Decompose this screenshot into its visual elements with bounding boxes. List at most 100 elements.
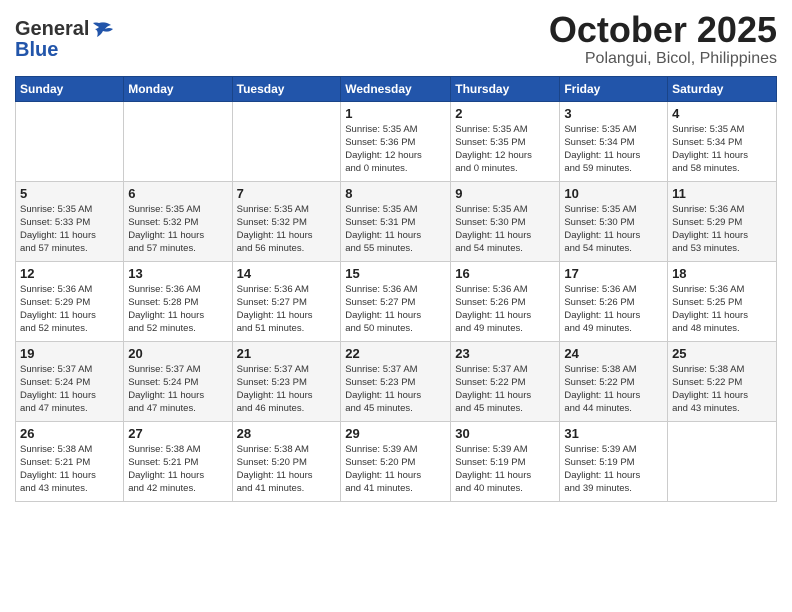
day-info: Sunrise: 5:37 AM Sunset: 5:24 PM Dayligh… (20, 363, 119, 416)
day-number: 21 (237, 346, 337, 361)
day-number: 25 (672, 346, 772, 361)
day-info: Sunrise: 5:37 AM Sunset: 5:23 PM Dayligh… (237, 363, 337, 416)
calendar-day-23: 23 Sunrise: 5:37 AM Sunset: 5:22 PM Dayli… (451, 341, 560, 421)
day-info: Sunrise: 5:35 AM Sunset: 5:34 PM Dayligh… (564, 123, 663, 176)
month-title: October 2025 (549, 10, 777, 50)
day-number: 2 (455, 106, 555, 121)
calendar-day-2: 2 Sunrise: 5:35 AM Sunset: 5:35 PM Daylig… (451, 101, 560, 181)
calendar-day-12: 12Sunrise: 5:36 AM Sunset: 5:29 PM Dayli… (16, 261, 124, 341)
calendar-day-1: 1 Sunrise: 5:35 AM Sunset: 5:36 PM Daylig… (341, 101, 451, 181)
day-number: 9 (455, 186, 555, 201)
day-info: Sunrise: 5:38 AM Sunset: 5:21 PM Dayligh… (128, 443, 227, 496)
day-info: Sunrise: 5:35 AM Sunset: 5:35 PM Dayligh… (455, 123, 555, 176)
day-number: 24 (564, 346, 663, 361)
day-info: Sunrise: 5:36 AM Sunset: 5:26 PM Dayligh… (455, 283, 555, 336)
header: General Blue October 2025 Polangui, Bico… (15, 10, 777, 68)
calendar-empty-cell (668, 421, 777, 501)
calendar-empty-cell (232, 101, 341, 181)
calendar-day-5: 5Sunrise: 5:35 AM Sunset: 5:33 PM Daylig… (16, 181, 124, 261)
day-info: Sunrise: 5:36 AM Sunset: 5:29 PM Dayligh… (672, 203, 772, 256)
weekday-header-tuesday: Tuesday (232, 76, 341, 101)
weekday-header-saturday: Saturday (668, 76, 777, 101)
calendar-day-31: 31Sunrise: 5:39 AM Sunset: 5:19 PM Dayli… (560, 421, 668, 501)
weekday-header-wednesday: Wednesday (341, 76, 451, 101)
day-number: 27 (128, 426, 227, 441)
day-info: Sunrise: 5:38 AM Sunset: 5:20 PM Dayligh… (237, 443, 337, 496)
day-info: Sunrise: 5:39 AM Sunset: 5:20 PM Dayligh… (345, 443, 446, 496)
calendar-day-7: 7Sunrise: 5:35 AM Sunset: 5:32 PM Daylig… (232, 181, 341, 261)
day-number: 11 (672, 186, 772, 201)
calendar-day-11: 11 Sunrise: 5:36 AM Sunset: 5:29 PM Dayli… (668, 181, 777, 261)
title-block: October 2025 Polangui, Bicol, Philippine… (549, 10, 777, 68)
day-info: Sunrise: 5:37 AM Sunset: 5:22 PM Dayligh… (455, 363, 555, 416)
calendar-empty-cell (16, 101, 124, 181)
calendar-week-row: 5Sunrise: 5:35 AM Sunset: 5:33 PM Daylig… (16, 181, 777, 261)
day-number: 18 (672, 266, 772, 281)
calendar-day-16: 16 Sunrise: 5:36 AM Sunset: 5:26 PM Dayli… (451, 261, 560, 341)
day-number: 20 (128, 346, 227, 361)
calendar-day-14: 14 Sunrise: 5:36 AM Sunset: 5:27 PM Dayli… (232, 261, 341, 341)
day-number: 13 (128, 266, 227, 281)
day-number: 23 (455, 346, 555, 361)
day-info: Sunrise: 5:35 AM Sunset: 5:36 PM Dayligh… (345, 123, 446, 176)
calendar-day-10: 10Sunrise: 5:35 AM Sunset: 5:30 PM Dayli… (560, 181, 668, 261)
day-info: Sunrise: 5:35 AM Sunset: 5:31 PM Dayligh… (345, 203, 446, 256)
weekday-header-monday: Monday (124, 76, 232, 101)
day-number: 3 (564, 106, 663, 121)
calendar-table: SundayMondayTuesdayWednesdayThursdayFrid… (15, 76, 777, 502)
day-info: Sunrise: 5:35 AM Sunset: 5:30 PM Dayligh… (564, 203, 663, 256)
calendar-day-19: 19 Sunrise: 5:37 AM Sunset: 5:24 PM Dayli… (16, 341, 124, 421)
calendar-day-20: 20 Sunrise: 5:37 AM Sunset: 5:24 PM Dayli… (124, 341, 232, 421)
calendar-day-9: 9 Sunrise: 5:35 AM Sunset: 5:30 PM Daylig… (451, 181, 560, 261)
day-info: Sunrise: 5:38 AM Sunset: 5:22 PM Dayligh… (564, 363, 663, 416)
day-info: Sunrise: 5:36 AM Sunset: 5:28 PM Dayligh… (128, 283, 227, 336)
calendar-day-15: 15 Sunrise: 5:36 AM Sunset: 5:27 PM Dayli… (341, 261, 451, 341)
calendar-week-row: 1 Sunrise: 5:35 AM Sunset: 5:36 PM Daylig… (16, 101, 777, 181)
calendar-day-27: 27 Sunrise: 5:38 AM Sunset: 5:21 PM Dayli… (124, 421, 232, 501)
day-info: Sunrise: 5:36 AM Sunset: 5:29 PM Dayligh… (20, 283, 119, 336)
day-number: 7 (237, 186, 337, 201)
day-info: Sunrise: 5:37 AM Sunset: 5:24 PM Dayligh… (128, 363, 227, 416)
calendar-day-26: 26Sunrise: 5:38 AM Sunset: 5:21 PM Dayli… (16, 421, 124, 501)
day-number: 17 (564, 266, 663, 281)
calendar-week-row: 26Sunrise: 5:38 AM Sunset: 5:21 PM Dayli… (16, 421, 777, 501)
day-info: Sunrise: 5:39 AM Sunset: 5:19 PM Dayligh… (455, 443, 555, 496)
calendar-day-29: 29Sunrise: 5:39 AM Sunset: 5:20 PM Dayli… (341, 421, 451, 501)
calendar-day-22: 22Sunrise: 5:37 AM Sunset: 5:23 PM Dayli… (341, 341, 451, 421)
calendar-week-row: 12Sunrise: 5:36 AM Sunset: 5:29 PM Dayli… (16, 261, 777, 341)
calendar-week-row: 19 Sunrise: 5:37 AM Sunset: 5:24 PM Dayli… (16, 341, 777, 421)
day-number: 14 (237, 266, 337, 281)
day-number: 15 (345, 266, 446, 281)
calendar-day-18: 18 Sunrise: 5:36 AM Sunset: 5:25 PM Dayli… (668, 261, 777, 341)
day-info: Sunrise: 5:35 AM Sunset: 5:30 PM Dayligh… (455, 203, 555, 256)
day-number: 22 (345, 346, 446, 361)
day-info: Sunrise: 5:38 AM Sunset: 5:21 PM Dayligh… (20, 443, 119, 496)
calendar-empty-cell (124, 101, 232, 181)
day-number: 19 (20, 346, 119, 361)
day-number: 30 (455, 426, 555, 441)
day-info: Sunrise: 5:35 AM Sunset: 5:32 PM Dayligh… (128, 203, 227, 256)
calendar-day-8: 8 Sunrise: 5:35 AM Sunset: 5:31 PM Daylig… (341, 181, 451, 261)
day-number: 5 (20, 186, 119, 201)
day-info: Sunrise: 5:35 AM Sunset: 5:34 PM Dayligh… (672, 123, 772, 176)
calendar-day-3: 3 Sunrise: 5:35 AM Sunset: 5:34 PM Daylig… (560, 101, 668, 181)
logo-blue: Blue (15, 39, 58, 62)
calendar-day-21: 21 Sunrise: 5:37 AM Sunset: 5:23 PM Dayli… (232, 341, 341, 421)
day-number: 16 (455, 266, 555, 281)
day-info: Sunrise: 5:39 AM Sunset: 5:19 PM Dayligh… (564, 443, 663, 496)
location-subtitle: Polangui, Bicol, Philippines (549, 50, 777, 68)
calendar-day-25: 25 Sunrise: 5:38 AM Sunset: 5:22 PM Dayli… (668, 341, 777, 421)
day-info: Sunrise: 5:36 AM Sunset: 5:27 PM Dayligh… (345, 283, 446, 336)
calendar-day-4: 4Sunrise: 5:35 AM Sunset: 5:34 PM Daylig… (668, 101, 777, 181)
day-number: 8 (345, 186, 446, 201)
calendar-day-6: 6Sunrise: 5:35 AM Sunset: 5:32 PM Daylig… (124, 181, 232, 261)
day-number: 1 (345, 106, 446, 121)
calendar-day-24: 24 Sunrise: 5:38 AM Sunset: 5:22 PM Dayli… (560, 341, 668, 421)
weekday-header-sunday: Sunday (16, 76, 124, 101)
day-info: Sunrise: 5:36 AM Sunset: 5:25 PM Dayligh… (672, 283, 772, 336)
day-info: Sunrise: 5:38 AM Sunset: 5:22 PM Dayligh… (672, 363, 772, 416)
weekday-header-friday: Friday (560, 76, 668, 101)
logo-general: General (15, 18, 89, 41)
calendar-day-17: 17Sunrise: 5:36 AM Sunset: 5:26 PM Dayli… (560, 261, 668, 341)
day-info: Sunrise: 5:36 AM Sunset: 5:27 PM Dayligh… (237, 283, 337, 336)
